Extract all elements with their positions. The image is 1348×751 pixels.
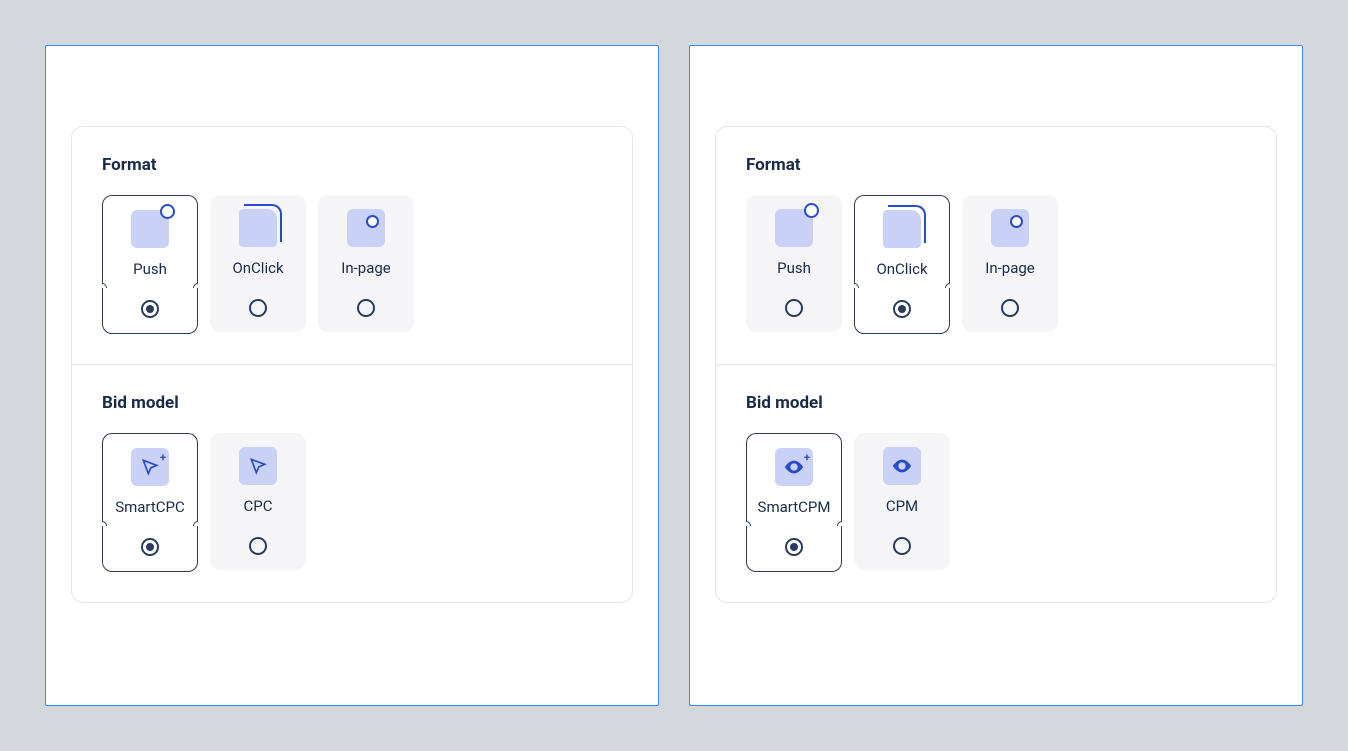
format-tiles: Push OnClick <box>102 195 602 334</box>
bid-model-section: Bid model + SmartCPM <box>716 364 1276 602</box>
format-title: Format <box>746 155 1246 175</box>
eye-icon <box>883 447 921 485</box>
format-label: OnClick <box>232 259 283 277</box>
eye-plus-icon: + <box>775 448 813 486</box>
radio-indicator <box>249 537 267 555</box>
bid-model-title: Bid model <box>746 393 1246 413</box>
radio-indicator <box>893 300 911 318</box>
inpage-icon <box>347 209 385 247</box>
radio-indicator <box>249 299 267 317</box>
format-label: Push <box>777 259 811 277</box>
format-label: OnClick <box>876 260 927 278</box>
format-option-inpage[interactable]: In-page <box>962 195 1058 334</box>
bid-model-tiles: + SmartCPC CPC <box>102 433 602 572</box>
push-icon <box>131 210 169 248</box>
inpage-icon <box>991 209 1029 247</box>
format-tiles: Push OnClick <box>746 195 1246 334</box>
format-option-push[interactable]: Push <box>746 195 842 334</box>
format-option-push[interactable]: Push <box>102 195 198 334</box>
onclick-icon <box>883 210 921 248</box>
format-label: Push <box>133 260 167 278</box>
push-icon <box>775 209 813 247</box>
format-option-onclick[interactable]: OnClick <box>210 195 306 334</box>
bid-label: CPC <box>244 497 273 515</box>
bid-label: SmartCPM <box>758 498 831 516</box>
radio-indicator <box>357 299 375 317</box>
format-section: Format Push OnClick <box>716 127 1276 364</box>
radio-indicator <box>141 538 159 556</box>
bid-option-cpm[interactable]: CPM <box>854 433 950 572</box>
format-option-inpage[interactable]: In-page <box>318 195 414 334</box>
bid-label: SmartCPC <box>115 498 185 516</box>
radio-indicator <box>1001 299 1019 317</box>
onclick-icon <box>239 209 277 247</box>
format-label: In-page <box>985 259 1034 277</box>
bid-model-tiles: + SmartCPM CPM <box>746 433 1246 572</box>
format-section: Format Push OnClick <box>72 127 632 364</box>
radio-indicator <box>785 538 803 556</box>
bid-option-cpc[interactable]: CPC <box>210 433 306 572</box>
format-title: Format <box>102 155 602 175</box>
bid-option-smartcpc[interactable]: + SmartCPC <box>102 433 198 572</box>
panel-right: Format Push OnClick <box>689 45 1303 706</box>
radio-indicator <box>785 299 803 317</box>
bid-option-smartcpm[interactable]: + SmartCPM <box>746 433 842 572</box>
radio-indicator <box>141 300 159 318</box>
panel-left: Format Push OnClick <box>45 45 659 706</box>
cursor-icon <box>239 447 277 485</box>
format-label: In-page <box>341 259 390 277</box>
cursor-plus-icon: + <box>131 448 169 486</box>
settings-card: Format Push OnClick <box>71 126 633 603</box>
bid-model-section: Bid model + SmartCPC <box>72 364 632 602</box>
bid-label: CPM <box>886 497 918 515</box>
format-option-onclick[interactable]: OnClick <box>854 195 950 334</box>
radio-indicator <box>893 537 911 555</box>
bid-model-title: Bid model <box>102 393 602 413</box>
settings-card: Format Push OnClick <box>715 126 1277 603</box>
